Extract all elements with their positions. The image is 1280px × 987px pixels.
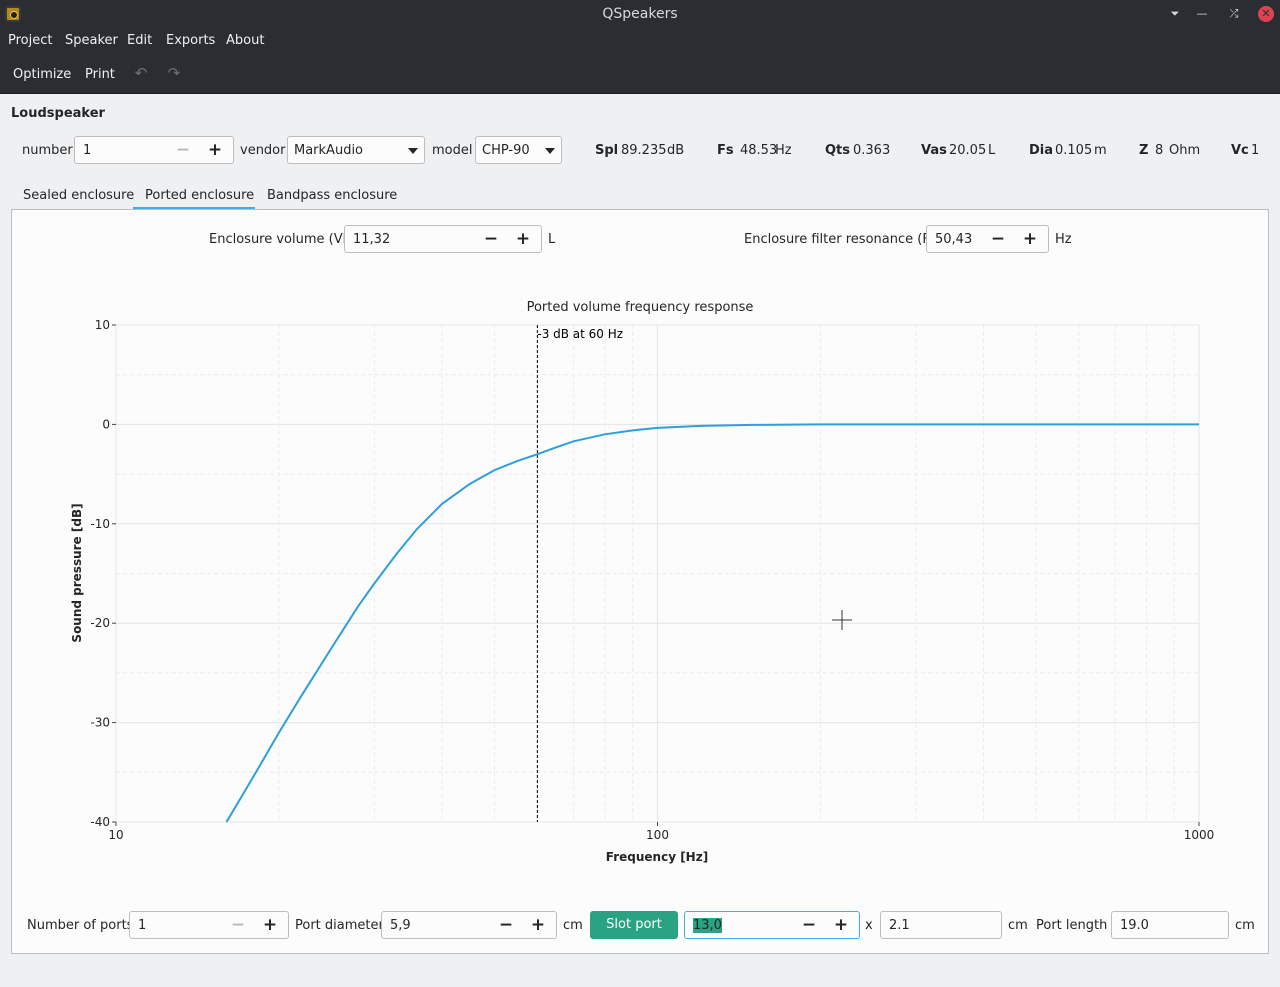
maximize-icon[interactable]: ⤮ xyxy=(1226,6,1242,22)
plus-icon[interactable]: + xyxy=(832,916,850,934)
volume-value: 11,32 xyxy=(353,232,391,247)
resonance-spinbox[interactable]: 50,43 − + xyxy=(926,225,1049,253)
port-diameter-spinbox[interactable]: 5,9 − + xyxy=(381,911,557,939)
slot-width-spinbox[interactable]: 13,0 − + xyxy=(684,911,860,939)
slot-port-button[interactable]: Slot port xyxy=(590,911,678,939)
keep-above-icon[interactable]: ⏷ xyxy=(1167,6,1183,22)
param-fs-unit: Hz xyxy=(775,143,792,158)
param-vc-value: 1 xyxy=(1251,143,1260,158)
param-z-name: Z xyxy=(1139,143,1149,158)
resonance-unit: Hz xyxy=(1055,232,1072,247)
vendor-value: MarkAudio xyxy=(294,143,364,158)
vendor-select[interactable]: MarkAudio xyxy=(287,136,425,164)
slot-height-value: 2.1 xyxy=(889,918,910,933)
menu-speaker[interactable]: Speaker xyxy=(65,33,118,48)
menu-bar: Project Speaker Edit Exports About xyxy=(0,28,1280,54)
ports-number-value: 1 xyxy=(138,918,147,933)
number-label: number xyxy=(22,143,73,158)
param-fs-value: 48.53 xyxy=(740,143,778,158)
menu-about[interactable]: About xyxy=(226,33,264,48)
undo-icon[interactable]: ↶ xyxy=(132,64,150,82)
model-value: CHP-90 xyxy=(482,143,530,158)
slot-height-field[interactable]: 2.1 xyxy=(880,911,1002,939)
param-dia-value: 0.105 xyxy=(1055,143,1093,158)
tab-ported[interactable]: Ported enclosure xyxy=(145,188,254,203)
tab-sealed[interactable]: Sealed enclosure xyxy=(23,188,134,203)
port-length-unit: cm xyxy=(1235,918,1255,933)
plus-icon[interactable]: + xyxy=(514,230,532,248)
slot-height-unit: cm xyxy=(1008,918,1028,933)
plus-icon[interactable]: + xyxy=(261,916,279,934)
volume-spinbox[interactable]: 11,32 − + xyxy=(344,225,542,253)
slot-width-value: 13,0 xyxy=(693,918,722,933)
menu-edit[interactable]: Edit xyxy=(127,33,152,48)
port-diameter-value: 5,9 xyxy=(390,918,411,933)
param-qts-name: Qts xyxy=(825,143,851,158)
menu-exports[interactable]: Exports xyxy=(166,33,215,48)
minus-icon[interactable]: − xyxy=(989,230,1007,248)
plus-icon[interactable]: + xyxy=(529,916,547,934)
optimize-button[interactable]: Optimize xyxy=(13,67,71,82)
menu-project[interactable]: Project xyxy=(8,33,52,48)
loudspeaker-heading: Loudspeaker xyxy=(11,106,105,121)
model-select[interactable]: CHP-90 xyxy=(475,136,562,164)
print-button[interactable]: Print xyxy=(85,67,115,82)
minus-icon[interactable]: − xyxy=(482,230,500,248)
param-vc-name: Vc xyxy=(1231,143,1249,158)
param-vas-name: Vas xyxy=(921,143,947,158)
ports-number-label: Number of ports xyxy=(27,918,134,933)
minimize-icon[interactable]: — xyxy=(1194,6,1210,22)
port-diameter-label: Port diameter xyxy=(295,918,384,933)
resonance-label: Enclosure filter resonance (Fb) xyxy=(744,232,944,247)
title-bar: QSpeakers ⏷ — ⤮ ✕ xyxy=(0,0,1280,28)
param-vas-unit: L xyxy=(988,143,996,158)
param-z-unit: Ohm xyxy=(1169,143,1201,158)
plus-icon[interactable]: + xyxy=(1021,230,1039,248)
speaker-number-value: 1 xyxy=(83,143,92,158)
minus-icon[interactable]: − xyxy=(497,916,515,934)
port-length-label: Port length xyxy=(1036,918,1108,933)
port-diameter-unit: cm xyxy=(563,918,583,933)
tab-bandpass[interactable]: Bandpass enclosure xyxy=(267,188,397,203)
param-fs-name: Fs xyxy=(717,143,734,158)
volume-label: Enclosure volume (Vb) xyxy=(209,232,356,247)
close-icon[interactable]: ✕ xyxy=(1258,6,1274,22)
minus-icon[interactable]: − xyxy=(174,141,192,159)
chevron-down-icon xyxy=(408,148,418,154)
toolbar: Optimize Print ↶ ↷ xyxy=(0,54,1280,94)
param-spl-unit: dB xyxy=(667,143,685,158)
param-dia-unit: m xyxy=(1094,143,1107,158)
ported-panel xyxy=(11,209,1269,954)
window-title: QSpeakers xyxy=(602,6,678,22)
vendor-label: vendor xyxy=(240,143,286,158)
param-dia-name: Dia xyxy=(1029,143,1054,158)
model-label: model xyxy=(432,143,473,158)
param-spl-name: Spl xyxy=(595,143,619,158)
ports-number-spinbox[interactable]: 1 − + xyxy=(129,911,289,939)
param-qts-value: 0.363 xyxy=(853,143,891,158)
redo-icon[interactable]: ↷ xyxy=(165,64,183,82)
speaker-number-spinbox[interactable]: 1 − + xyxy=(74,136,234,164)
resonance-value: 50,43 xyxy=(935,232,973,247)
times-label: x xyxy=(865,918,873,933)
param-spl-value: 89.235 xyxy=(621,143,667,158)
minus-icon[interactable]: − xyxy=(229,916,247,934)
volume-unit: L xyxy=(548,232,556,247)
chevron-down-icon xyxy=(545,148,555,154)
port-length-field[interactable]: 19.0 xyxy=(1111,911,1229,939)
param-vas-value: 20.05 xyxy=(949,143,987,158)
plus-icon[interactable]: + xyxy=(206,141,224,159)
minus-icon[interactable]: − xyxy=(800,916,818,934)
param-z-value: 8 xyxy=(1155,143,1164,158)
port-length-value: 19.0 xyxy=(1120,918,1149,933)
